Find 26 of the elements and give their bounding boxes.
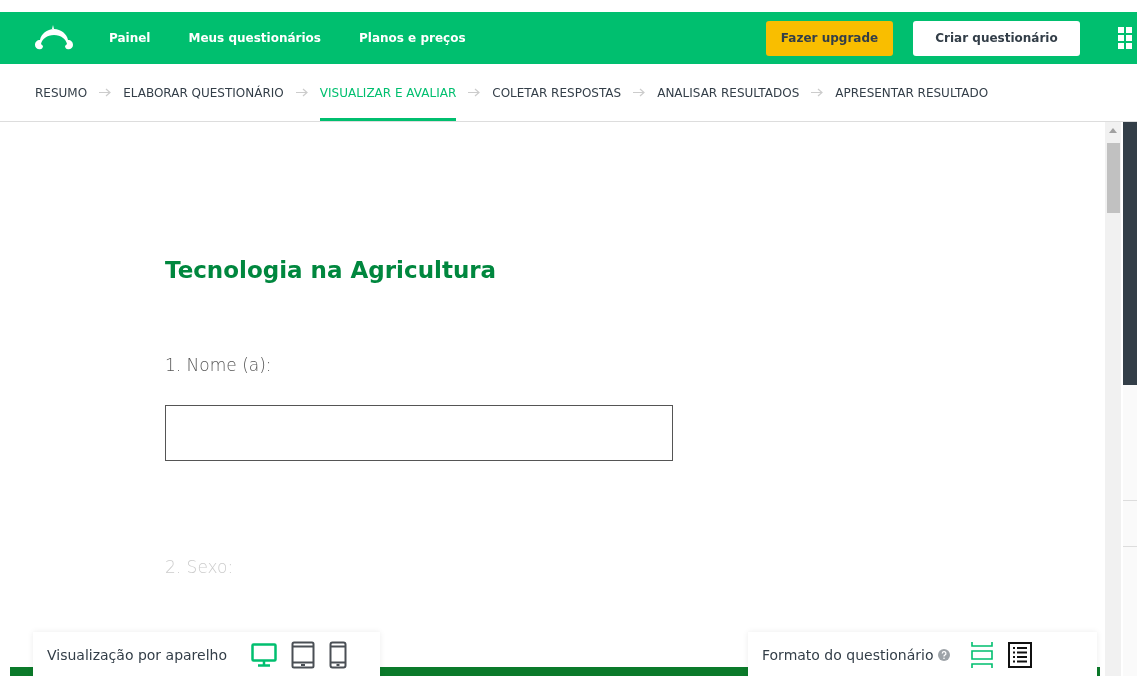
phone-icon[interactable]	[329, 641, 347, 669]
answer-field[interactable]	[165, 405, 673, 461]
format-label: Formato do questionário	[762, 647, 934, 663]
scrollbar-thumb[interactable]	[1107, 143, 1120, 213]
step-tab[interactable]: ANALISAR RESULTADOS	[657, 64, 800, 121]
logo-icon[interactable]	[32, 25, 76, 51]
device-preview-label: Visualização por aparelho	[47, 647, 227, 663]
arrow-icon	[295, 88, 308, 97]
scroll-up-icon[interactable]	[1109, 128, 1117, 133]
question-label: 1. Nome (a):	[165, 354, 273, 377]
stacked-rows-icon[interactable]	[969, 641, 994, 669]
step-tab[interactable]: ELABORAR QUESTIONÁRIO	[123, 64, 284, 121]
help-icon[interactable]	[937, 649, 950, 661]
arrow-icon	[468, 88, 481, 97]
upgrade-button[interactable]: Fazer upgrade	[766, 20, 893, 56]
step-tab[interactable]: APRESENTAR RESULTADO	[835, 64, 989, 121]
step-tab[interactable]: RESUMO	[35, 64, 88, 121]
arrow-icon	[633, 88, 646, 97]
create-survey-button[interactable]: Criar questionário	[913, 20, 1080, 56]
arrow-icon	[811, 88, 824, 97]
survey-title: Tecnologia na Agricultura	[165, 256, 498, 285]
step-tab[interactable]: COLETAR RESPOSTAS	[492, 64, 622, 121]
arrow-icon	[99, 88, 112, 97]
desktop-icon[interactable]	[251, 643, 277, 667]
list-icon[interactable]	[1007, 642, 1032, 668]
tablet-icon[interactable]	[291, 641, 315, 669]
